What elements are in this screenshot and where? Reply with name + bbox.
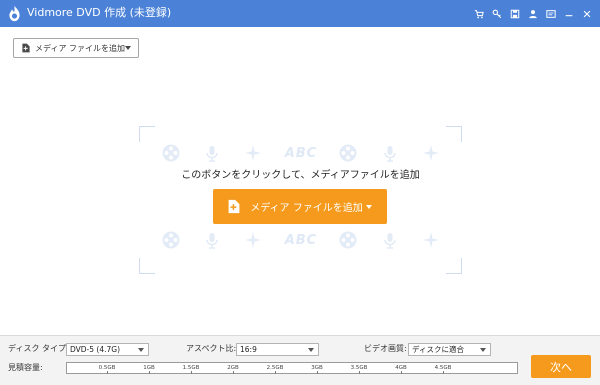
film-reel-icon: [339, 144, 357, 162]
video-quality-value: ディスクに適合: [412, 345, 464, 354]
disc-type-select[interactable]: DVD-5 (4.7G): [66, 343, 149, 356]
chevron-down-icon: [138, 348, 144, 352]
title-bar: Vidmore DVD 作成 (未登録): [0, 0, 600, 27]
video-quality-label: ビデオ画質:: [364, 344, 407, 353]
sparkle-icon: [245, 145, 262, 161]
capacity-tick-mark: [443, 371, 444, 374]
drop-corner-bottom-right: [446, 258, 462, 274]
add-media-label: メディア ファイルを追加: [35, 43, 125, 53]
sparkle-icon: [422, 232, 439, 248]
minimize-icon[interactable]: [561, 6, 577, 22]
add-media-main-button[interactable]: メディア ファイルを追加: [213, 189, 387, 224]
add-media-main-label: メディア ファイルを追加: [250, 203, 363, 214]
capacity-tick-mark: [401, 371, 402, 374]
disc-type-label: ディスク タイプ: [8, 344, 66, 353]
chevron-down-icon: [125, 46, 131, 50]
sparkle-icon: [245, 232, 262, 248]
user-icon[interactable]: [525, 6, 541, 22]
aspect-ratio-label: アスペクト比:: [186, 344, 237, 353]
next-button[interactable]: 次へ: [531, 355, 591, 378]
media-drop-area[interactable]: ABC このボタンをクリックして、メディアファイルを追加 メディア ファイルを追…: [139, 126, 462, 274]
capacity-tick-mark: [191, 371, 192, 374]
microphone-icon: [206, 146, 218, 162]
chevron-down-icon: [365, 204, 372, 209]
capacity-tick-mark: [275, 371, 276, 374]
chevron-down-icon: [308, 348, 314, 352]
window-title: Vidmore DVD 作成 (未登録): [27, 6, 172, 19]
cart-icon[interactable]: [471, 6, 487, 22]
microphone-icon: [206, 233, 218, 249]
key-icon[interactable]: [489, 6, 505, 22]
abc-text-deco: ABC: [284, 232, 318, 248]
film-reel-icon: [162, 144, 180, 162]
drop-corner-bottom-left: [139, 258, 155, 274]
chevron-down-icon: [480, 348, 486, 352]
aspect-ratio-select[interactable]: 16:9: [236, 343, 319, 356]
capacity-tick-mark: [233, 371, 234, 374]
close-icon[interactable]: [579, 6, 595, 22]
decorative-pattern-bottom: ABC: [161, 225, 441, 255]
film-reel-icon: [162, 231, 180, 249]
capacity-tick-mark: [149, 371, 150, 374]
app-logo-icon: [9, 5, 20, 22]
decorative-pattern-top: ABC: [161, 138, 441, 168]
capacity-tick-mark: [359, 371, 360, 374]
abc-text-deco: ABC: [284, 145, 318, 161]
microphone-icon: [383, 146, 396, 162]
film-reel-icon: [339, 231, 357, 249]
drop-corner-top-right: [446, 126, 462, 142]
video-quality-select[interactable]: ディスクに適合: [408, 343, 491, 356]
add-file-icon: [22, 43, 30, 53]
estimated-capacity-label: 見積容量:: [8, 363, 43, 372]
drop-hint-text: このボタンをクリックして、メディアファイルを追加: [181, 170, 420, 181]
capacity-bar: 0.5GB 1GB 1.5GB 2GB 2.5GB 3GB 3.5GB 4GB 4.5GB: [66, 362, 518, 374]
sparkle-icon: [422, 145, 439, 161]
feedback-icon[interactable]: [543, 6, 559, 22]
capacity-tick-mark: [107, 371, 108, 374]
capacity-tick-mark: [317, 371, 318, 374]
microphone-icon: [383, 233, 396, 249]
save-icon[interactable]: [507, 6, 523, 22]
title-bar-actions: [469, 0, 600, 27]
aspect-ratio-value: 16:9: [240, 345, 257, 354]
drop-corner-top-left: [139, 126, 155, 142]
add-file-icon: [228, 199, 240, 214]
add-media-dropdown-button[interactable]: メディア ファイルを追加: [13, 38, 139, 58]
settings-panel: ディスク タイプ DVD-5 (4.7G) アスペクト比: 16:9 ビデオ画質…: [0, 335, 600, 385]
disc-type-value: DVD-5 (4.7G): [70, 345, 121, 354]
